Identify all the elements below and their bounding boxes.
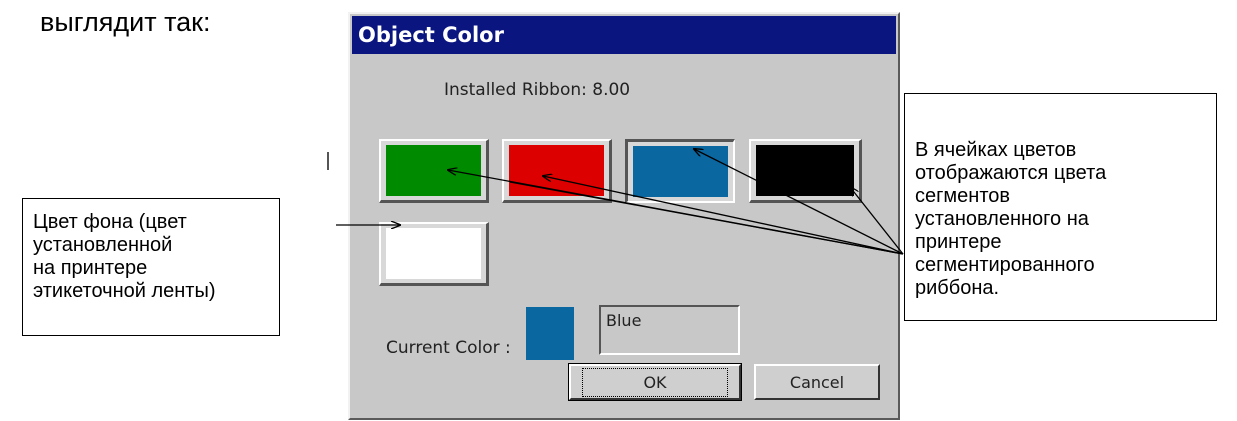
arrow-to-red-swatch xyxy=(543,176,904,255)
arrow-to-blue-swatch xyxy=(694,149,904,255)
annotation-arrows xyxy=(336,0,904,255)
leader-red-extra xyxy=(509,181,904,255)
